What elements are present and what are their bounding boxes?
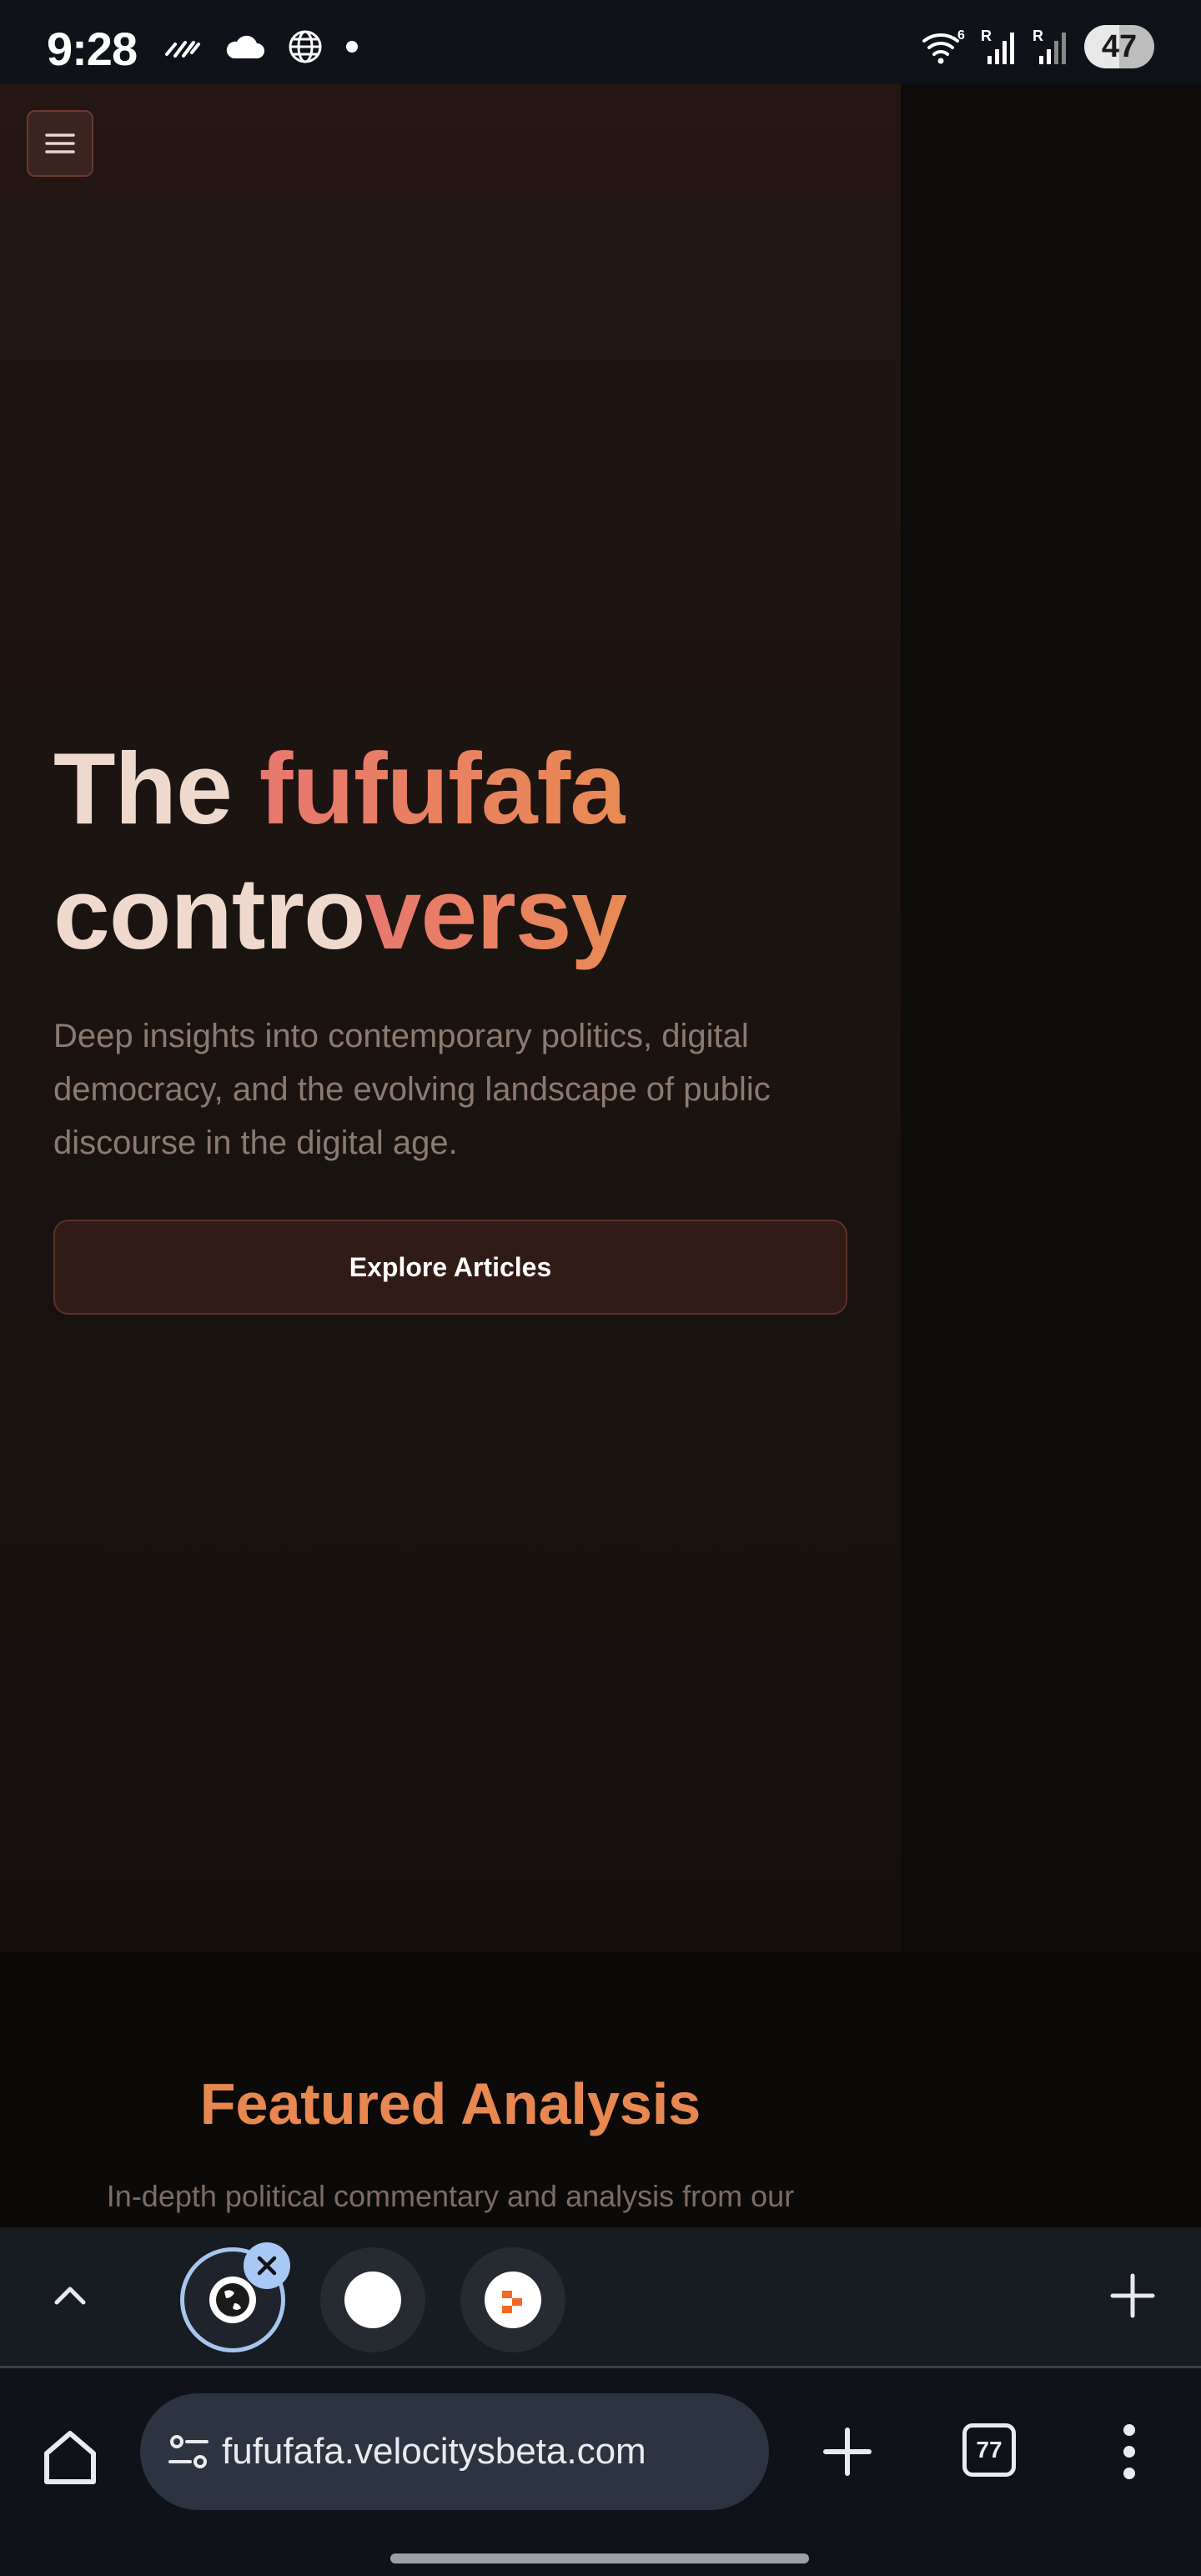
hero-title-line2: contro <box>53 857 366 970</box>
hero-title: The fufufafa controversy <box>53 726 854 976</box>
wifi-icon: 6 <box>922 28 965 64</box>
status-icons-left <box>163 28 359 65</box>
battery-indicator: 47 <box>1084 25 1154 68</box>
hamburger-menu-button[interactable] <box>27 110 93 177</box>
close-icon <box>257 2256 277 2276</box>
explore-articles-button[interactable]: Explore Articles <box>53 1220 847 1315</box>
new-tab-icon[interactable] <box>1106 2269 1159 2322</box>
site-settings-icon[interactable] <box>165 2428 212 2475</box>
hero-side-area <box>901 83 1201 1952</box>
status-icons-right: 6 R R 47 <box>921 25 1154 68</box>
web-page: The fufufafa controversy Deep insights i… <box>0 83 1201 2227</box>
signal-r-icon: R <box>1033 28 1066 64</box>
chevron-up-icon[interactable] <box>45 2271 95 2321</box>
browser-toolbar: fufufafa.velocitysbeta.com 77 <box>0 2368 1201 2576</box>
hero-title-line2-highlight: versy <box>364 857 628 970</box>
featured-subtitle: In-depth political commentary and analys… <box>106 2179 795 2213</box>
tab-switcher-button[interactable]: 77 <box>962 2423 1016 2477</box>
cloud-icon <box>226 35 264 58</box>
tab-strip <box>0 2227 1201 2366</box>
hero-title-text: The <box>53 732 259 845</box>
hero-subtitle: Deep insights into contemporary politics… <box>53 1018 771 1161</box>
gesture-navigation-bar[interactable] <box>390 2553 809 2563</box>
close-tab-button[interactable] <box>244 2242 290 2289</box>
hamburger-icon <box>45 133 75 153</box>
featured-title: Featured Analysis <box>0 2070 901 2137</box>
blank-circle-icon <box>344 2272 401 2328</box>
svg-text:R: R <box>981 28 992 44</box>
hero-title-highlight: fufufafa <box>259 732 626 845</box>
url-bar[interactable]: fufufafa.velocitysbeta.com <box>140 2393 769 2510</box>
signal-r-icon: R <box>981 28 1014 64</box>
new-tab-plus-icon[interactable] <box>817 2422 877 2482</box>
globe-icon <box>289 30 322 63</box>
svg-text:6: 6 <box>957 28 965 43</box>
tab-chip[interactable] <box>320 2247 425 2352</box>
status-time: 9:28 <box>47 23 138 75</box>
site-logo-icon <box>485 2272 541 2328</box>
dot-icon <box>346 41 358 53</box>
home-icon[interactable] <box>37 2423 103 2490</box>
hero-section: The fufufafa controversy Deep insights i… <box>0 83 901 1952</box>
svg-text:R: R <box>1033 28 1043 44</box>
url-text: fufufafa.velocitysbeta.com <box>222 2431 646 2472</box>
status-bar: 9:28 6 R R 47 <box>0 0 1201 83</box>
weather-stripes-icon <box>165 41 200 58</box>
tab-chip[interactable] <box>460 2247 565 2352</box>
more-options-icon[interactable] <box>1106 2420 1153 2483</box>
